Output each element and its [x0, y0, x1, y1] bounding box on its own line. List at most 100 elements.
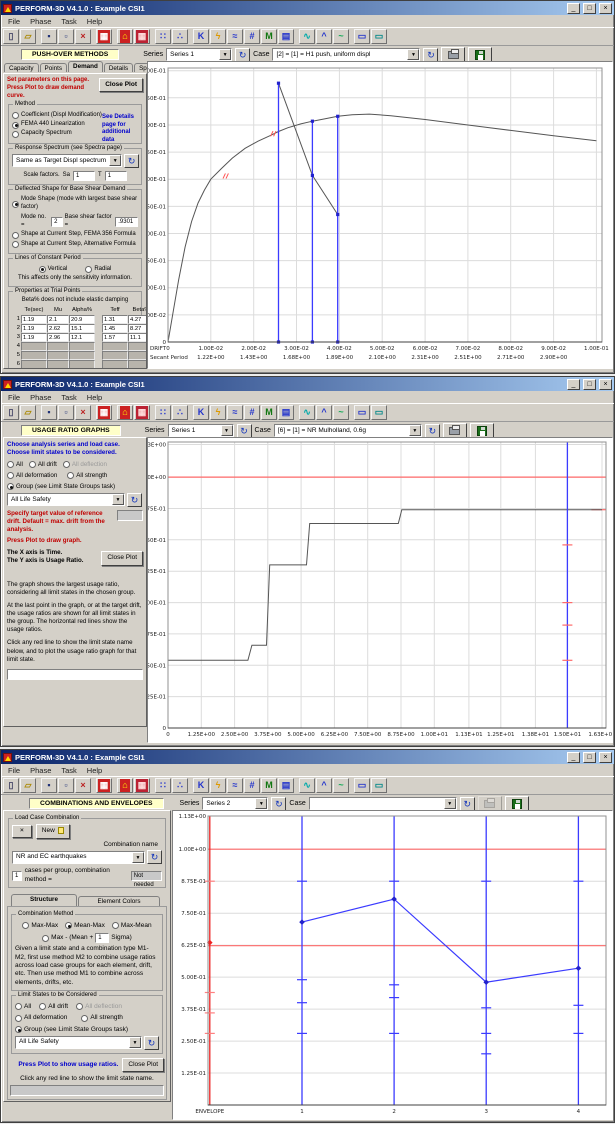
tab-points[interactable]: Points: [40, 63, 68, 72]
frames-icon[interactable]: K: [193, 405, 209, 420]
save-options-icon[interactable]: ▫: [58, 778, 74, 793]
radio-alternative-shape[interactable]: Shape at Current Step, Alternative Formu…: [12, 241, 138, 249]
structure-icon[interactable]: ⌂: [117, 405, 133, 420]
case-select[interactable]: [2] = [1] = H1 push, uniform displ▼: [272, 48, 420, 61]
radio-all-deformation[interactable]: All deformation: [15, 1014, 67, 1022]
structure-icon[interactable]: ⌂: [117, 778, 133, 793]
open-folder-icon[interactable]: ▱: [20, 778, 36, 793]
combination-select[interactable]: NR and EC earthquakes▼: [12, 851, 145, 864]
nodes-icon[interactable]: ∷: [155, 29, 171, 44]
save-icon[interactable]: ▪: [41, 778, 57, 793]
gravity-icon[interactable]: ≈: [227, 405, 243, 420]
display-1-icon[interactable]: ▭: [354, 29, 370, 44]
radio-max-mean[interactable]: Max-Mean: [112, 922, 152, 930]
sections-icon[interactable]: #: [244, 29, 260, 44]
mode-no-field[interactable]: 2: [51, 217, 63, 227]
close-plot-button[interactable]: Close Plot: [99, 78, 143, 92]
spectrum-refresh-button[interactable]: ↻: [124, 154, 139, 168]
limit-state-name-field[interactable]: [10, 1085, 164, 1096]
pushover-curve-icon[interactable]: ∿: [299, 405, 315, 420]
envelope-chart-icon[interactable]: ~: [333, 778, 349, 793]
display-1-icon[interactable]: ▭: [354, 405, 370, 420]
close-plot-button[interactable]: Close Plot: [122, 1058, 164, 1072]
frames-icon[interactable]: K: [193, 778, 209, 793]
chevron-down-icon[interactable]: ▼: [129, 1037, 141, 1048]
radio-all-deformation[interactable]: All deformation: [7, 472, 57, 480]
case-refresh-button[interactable]: ↻: [425, 424, 440, 438]
perform-monitor-icon[interactable]: ▦: [96, 778, 112, 793]
group-refresh-button[interactable]: ↻: [127, 493, 142, 507]
case-refresh-button[interactable]: ↻: [460, 797, 475, 811]
limit-state-group-select[interactable]: All Life Safety▼: [7, 493, 125, 506]
maximize-button[interactable]: □: [583, 379, 596, 390]
gravity-icon[interactable]: ≈: [227, 29, 243, 44]
nodes-icon[interactable]: ∷: [155, 778, 171, 793]
perform-monitor-icon[interactable]: ▦: [96, 29, 112, 44]
pushover-curve-icon[interactable]: ∿: [299, 778, 315, 793]
radio-all-drift[interactable]: All drift: [39, 1003, 68, 1011]
radio-mode-shape[interactable]: Mode Shape (mode with largest base shear…: [12, 196, 138, 212]
limit-state-group-select[interactable]: All Life Safety▼: [15, 1036, 142, 1049]
usage-ratio-icon[interactable]: ^: [316, 405, 332, 420]
t-field[interactable]: 1: [105, 171, 127, 181]
save-icon[interactable]: ▪: [41, 29, 57, 44]
radio-all-drift[interactable]: All drift: [29, 461, 57, 469]
chevron-down-icon[interactable]: ▼: [109, 155, 121, 166]
chevron-down-icon[interactable]: ▼: [219, 49, 231, 60]
display-1-icon[interactable]: ▭: [354, 778, 370, 793]
chevron-down-icon[interactable]: ▼: [444, 798, 456, 809]
print-button[interactable]: [441, 47, 465, 62]
limit-state-name-field[interactable]: [7, 669, 143, 680]
radio-max-max[interactable]: Max-Max: [22, 922, 58, 930]
pushover-chart[interactable]: 05.00E-021.00E-011.50E-012.00E-012.50E-0…: [147, 61, 613, 369]
elements-icon[interactable]: ∴: [172, 29, 188, 44]
usage-ratio-chart[interactable]: 01.25E-012.50E-013.75E-015.00E-016.25E-0…: [147, 437, 613, 743]
title-bar[interactable]: PERFORM-3D V4.1.0 : Example CSI1 _ □ ×: [1, 750, 614, 764]
combination-refresh-button[interactable]: ↻: [147, 850, 162, 864]
radio-mean-max[interactable]: Mean-Max: [65, 922, 105, 930]
group-refresh-button[interactable]: ↻: [144, 1036, 159, 1050]
radio-fema440[interactable]: FEMA 440 Linearization: [12, 121, 104, 129]
component-grid-icon[interactable]: ▦: [134, 29, 150, 44]
maximize-button[interactable]: □: [583, 752, 596, 763]
menu-phase[interactable]: Phase: [25, 766, 56, 775]
limit-states-icon[interactable]: ▤: [278, 778, 294, 793]
component-grid-icon[interactable]: ▦: [134, 778, 150, 793]
limit-states-icon[interactable]: ▤: [278, 29, 294, 44]
envelope-chart-icon[interactable]: ~: [333, 29, 349, 44]
tools-x-icon[interactable]: ×: [75, 29, 91, 44]
chevron-down-icon[interactable]: ▼: [255, 798, 267, 809]
new-document-icon[interactable]: ▯: [3, 29, 19, 44]
series-select[interactable]: Series 1▼: [166, 48, 232, 61]
radio-all-strength[interactable]: All strength: [67, 472, 107, 480]
delete-combination-button[interactable]: ×: [12, 825, 32, 837]
limit-states-icon[interactable]: ▤: [278, 405, 294, 420]
close-button[interactable]: ×: [599, 379, 612, 390]
usage-ratio-icon[interactable]: ^: [316, 29, 332, 44]
menu-help[interactable]: Help: [82, 766, 107, 775]
case-refresh-button[interactable]: ↻: [423, 48, 438, 62]
display-2-icon[interactable]: ▭: [371, 405, 387, 420]
case-select[interactable]: [6] = [1] = NR Mulholland, 0.6g▼: [274, 424, 422, 437]
load-cases-icon[interactable]: ϟ: [210, 405, 226, 420]
sections-icon[interactable]: #: [244, 405, 260, 420]
menu-help[interactable]: Help: [82, 393, 107, 402]
component-grid-icon[interactable]: ▦: [134, 405, 150, 420]
save-plot-button[interactable]: [505, 796, 529, 811]
radio-all[interactable]: All: [15, 1003, 31, 1011]
spectrum-select[interactable]: Same as Target Displ spectrum▼: [12, 154, 122, 167]
save-options-icon[interactable]: ▫: [58, 29, 74, 44]
series-select[interactable]: Series 2▼: [202, 797, 268, 810]
title-bar[interactable]: PERFORM-3D V4.1.0 : Example CSI1 _ □ ×: [1, 1, 614, 15]
menu-help[interactable]: Help: [82, 17, 107, 26]
display-2-icon[interactable]: ▭: [371, 778, 387, 793]
display-2-icon[interactable]: ▭: [371, 29, 387, 44]
mode-shapes-icon[interactable]: M: [261, 29, 277, 44]
radio-group[interactable]: Group (see Limit State Groups task): [7, 483, 143, 491]
save-options-icon[interactable]: ▫: [58, 405, 74, 420]
structure-icon[interactable]: ⌂: [117, 29, 133, 44]
sections-icon[interactable]: #: [244, 778, 260, 793]
new-combination-button[interactable]: New: [36, 824, 70, 839]
load-cases-icon[interactable]: ϟ: [210, 29, 226, 44]
new-document-icon[interactable]: ▯: [3, 405, 19, 420]
